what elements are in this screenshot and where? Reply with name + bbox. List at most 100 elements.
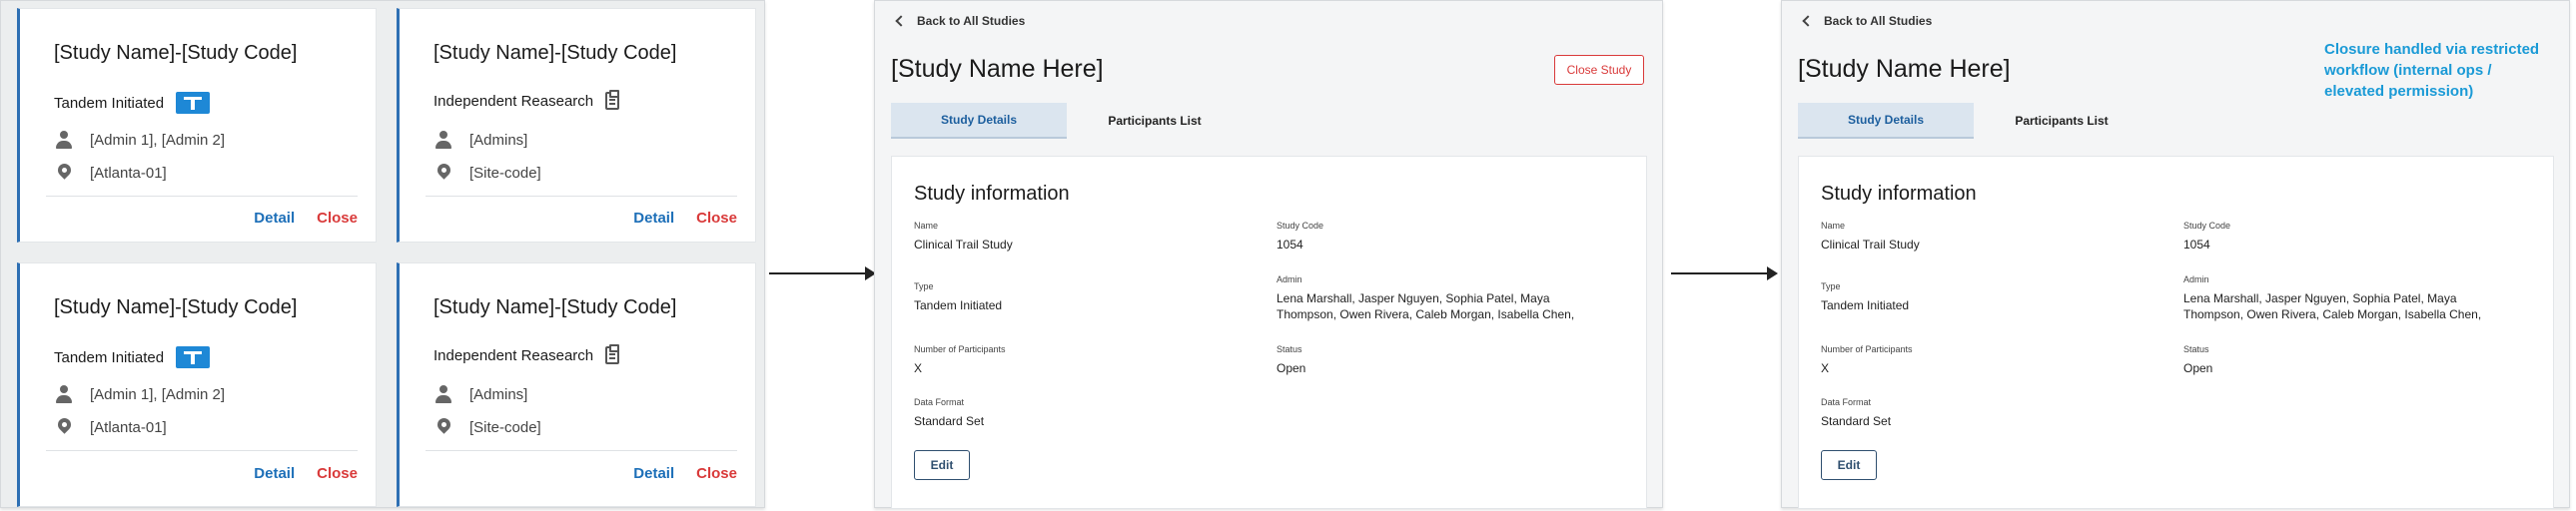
- study-type-label: Independent Reasearch: [433, 346, 594, 364]
- study-card: [Study Name]-[Study Code] Tandem Initiat…: [17, 8, 377, 243]
- field-label: Admin: [1277, 274, 1302, 284]
- field-status: Status Open: [1277, 344, 1305, 376]
- flow-canvas: [Study Name]-[Study Code] Tandem Initiat…: [0, 0, 2576, 511]
- site-text: [Atlanta-01]: [90, 418, 167, 436]
- field-value: 1054: [1277, 238, 1303, 252]
- study-detail-panel: Back to All Studies [Study Name Here] Cl…: [874, 0, 1663, 509]
- detail-link[interactable]: Detail: [633, 210, 674, 227]
- field-label: Name: [1821, 221, 1846, 231]
- field-label: Status: [1277, 344, 1302, 354]
- location-pin-icon: [54, 163, 74, 183]
- field-value: Clinical Trail Study: [1821, 238, 1920, 252]
- admins-row: [Admin 1], [Admin 2]: [54, 130, 225, 150]
- close-link[interactable]: Close: [317, 210, 358, 227]
- card-actions: Detail Close: [254, 210, 358, 227]
- study-information-card: Study information Name Clinical Trail St…: [1798, 156, 2554, 509]
- field-label: Study Code: [2183, 221, 2231, 231]
- field-number-of-participants: Number of Participants X: [914, 344, 1006, 376]
- tab-participants-list[interactable]: Participants List: [1067, 103, 1243, 139]
- person-icon: [433, 130, 453, 150]
- study-type-row: Tandem Initiated: [54, 346, 211, 368]
- field-value: 1054: [2183, 238, 2210, 252]
- tab-study-details[interactable]: Study Details: [891, 103, 1067, 139]
- site-text: [Site-code]: [469, 164, 541, 182]
- field-study-code: Study Code 1054: [1277, 221, 1323, 253]
- field-data-format: Data Format Standard Set: [1821, 397, 1891, 429]
- study-card-grid: [Study Name]-[Study Code] Tandem Initiat…: [0, 0, 765, 508]
- field-label: Number of Participants: [1821, 344, 1913, 354]
- edit-button[interactable]: Edit: [914, 450, 970, 480]
- study-type-label: Independent Reasearch: [433, 92, 594, 110]
- edit-button[interactable]: Edit: [1821, 450, 1877, 480]
- field-value: Lena Marshall, Jasper Nguyen, Sophia Pat…: [1277, 291, 1575, 321]
- back-link[interactable]: Back to All Studies: [895, 14, 1026, 28]
- field-label: Status: [2183, 344, 2209, 354]
- field-admin: Admin Lena Marshall, Jasper Nguyen, Soph…: [2183, 274, 2513, 322]
- study-card-title: [Study Name]-[Study Code]: [433, 296, 677, 318]
- study-card-title: [Study Name]-[Study Code]: [54, 42, 298, 64]
- field-value: Open: [1277, 361, 1306, 375]
- field-label: Number of Participants: [914, 344, 1006, 354]
- study-type-label: Tandem Initiated: [54, 348, 165, 366]
- study-type-row: Independent Reasearch: [433, 90, 620, 110]
- field-label: Study Code: [1277, 221, 1324, 231]
- detail-link[interactable]: Detail: [254, 210, 295, 227]
- tab-study-details[interactable]: Study Details: [1798, 103, 1974, 139]
- flow-arrow-icon: [769, 266, 876, 280]
- site-text: [Site-code]: [469, 418, 541, 436]
- admins-text: [Admins]: [469, 131, 528, 149]
- back-link[interactable]: Back to All Studies: [1802, 14, 1932, 28]
- study-card: [Study Name]-[Study Code] Independent Re…: [397, 8, 756, 243]
- field-type: Type Tandem Initiated: [914, 281, 1002, 313]
- study-information-card: Study information Name Clinical Trail St…: [891, 156, 1647, 509]
- field-value: X: [914, 361, 923, 375]
- field-value: Open: [2183, 361, 2213, 375]
- tab-participants-list[interactable]: Participants List: [1974, 103, 2149, 139]
- field-label: Type: [1821, 281, 1841, 291]
- card-actions: Detail Close: [633, 210, 737, 227]
- study-card-title: [Study Name]-[Study Code]: [54, 296, 298, 318]
- field-value: Standard Set: [1821, 414, 1892, 428]
- admins-text: [Admin 1], [Admin 2]: [90, 131, 226, 149]
- card-divider: [426, 196, 737, 197]
- tandem-t-icon: [176, 92, 211, 114]
- clipboard-icon: [605, 90, 620, 110]
- card-divider: [46, 196, 358, 197]
- person-icon: [433, 384, 453, 404]
- close-link[interactable]: Close: [317, 465, 358, 482]
- study-detail-panel-restricted: Back to All Studies [Study Name Here] Cl…: [1781, 0, 2570, 509]
- close-link[interactable]: Close: [696, 210, 737, 227]
- field-value: Standard Set: [914, 414, 985, 428]
- admins-text: [Admins]: [469, 385, 528, 403]
- detail-link[interactable]: Detail: [633, 465, 674, 482]
- field-value: Tandem Initiated: [914, 298, 1003, 312]
- field-label: Type: [914, 281, 934, 291]
- field-number-of-participants: Number of Participants X: [1821, 344, 1913, 376]
- page-title: [Study Name Here]: [1798, 55, 2011, 83]
- site-text: [Atlanta-01]: [90, 164, 167, 182]
- back-link-label: Back to All Studies: [917, 14, 1026, 28]
- field-value: Lena Marshall, Jasper Nguyen, Sophia Pat…: [2183, 291, 2482, 321]
- field-name: Name Clinical Trail Study: [1821, 221, 1920, 253]
- tandem-t-icon: [176, 346, 211, 368]
- clipboard-icon: [605, 344, 620, 364]
- study-card: [Study Name]-[Study Code] Independent Re…: [397, 262, 756, 507]
- site-row: [Site-code]: [433, 417, 541, 437]
- close-study-button[interactable]: Close Study: [1554, 55, 1644, 85]
- section-heading: Study information: [1821, 183, 1977, 205]
- location-pin-icon: [433, 417, 453, 437]
- detail-link[interactable]: Detail: [254, 465, 295, 482]
- field-admin: Admin Lena Marshall, Jasper Nguyen, Soph…: [1277, 274, 1606, 322]
- card-divider: [426, 450, 737, 451]
- chevron-left-icon: [895, 15, 907, 27]
- admins-row: [Admin 1], [Admin 2]: [54, 384, 225, 404]
- admins-row: [Admins]: [433, 130, 527, 150]
- field-study-code: Study Code 1054: [2183, 221, 2230, 253]
- study-type-label: Tandem Initiated: [54, 94, 165, 112]
- closure-note: Closure handled via restricted workflow …: [2324, 41, 2540, 100]
- field-label: Data Format: [1821, 397, 1872, 407]
- close-link[interactable]: Close: [696, 465, 737, 482]
- field-value: X: [1821, 361, 1830, 375]
- study-card-title: [Study Name]-[Study Code]: [433, 42, 677, 64]
- section-heading: Study information: [914, 183, 1070, 205]
